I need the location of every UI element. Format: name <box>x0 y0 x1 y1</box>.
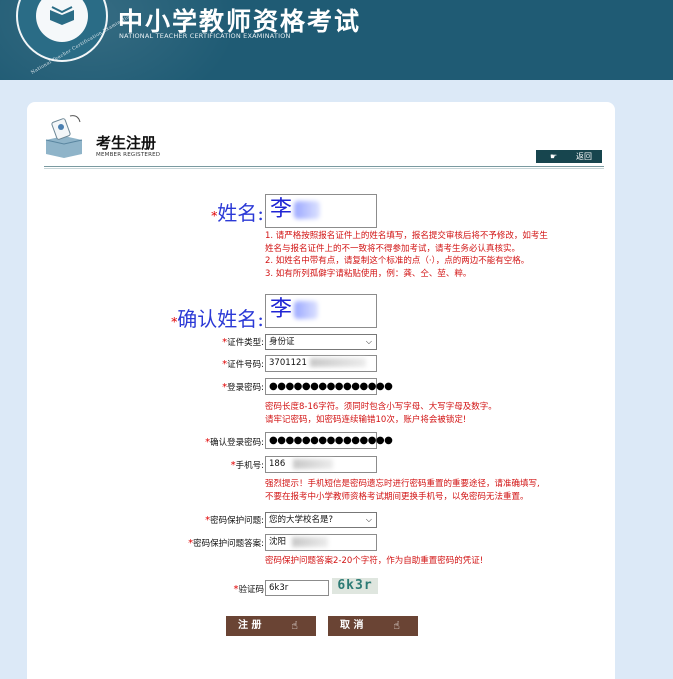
confirm-password-label: *确认登录密码: <box>205 437 264 448</box>
confirm-name-input[interactable]: 李 <box>265 294 377 328</box>
phone-hint: 强烈提示！手机短信是密码遗忘时进行密码重置的重要途径，请准确填写, 不要在报考中… <box>265 479 540 502</box>
captcha-image[interactable]: 6k3r <box>332 578 378 594</box>
pointing-hand-icon: ☛ <box>550 152 558 161</box>
name-hint: 1. 请严格按照报名证件上的姓名填写，报名提交审核后将不予修改，如考生 姓名与报… <box>265 231 548 279</box>
member-register-icon <box>45 115 83 158</box>
captcha-label: *验证码 <box>233 584 264 595</box>
site-subtitle: NATIONAL TEACHER CERTIFICATION EXAMINATI… <box>119 32 291 40</box>
phone-input[interactable]: 186 <box>265 456 377 473</box>
name-input[interactable]: 李 <box>265 194 377 228</box>
security-answer-input[interactable]: 沈阳 <box>265 534 377 551</box>
name-label: *姓名: <box>211 201 264 225</box>
security-answer-hint: 密码保护问题答案2-20个字符，作为自助重置密码的凭证! <box>265 556 484 566</box>
book-icon <box>50 6 74 25</box>
register-button-label: 注 册 <box>238 620 262 631</box>
chevron-down-icon: ⌵ <box>365 337 372 346</box>
id-number-input[interactable]: 3701121 <box>265 355 377 372</box>
chevron-down-icon: ⌵ <box>365 515 372 524</box>
security-question-select[interactable]: 您的大学校名是? ⌵ <box>265 512 377 528</box>
pointer-hand-icon: ☝ <box>291 619 298 632</box>
section-title: 考生注册 <box>96 134 157 152</box>
security-question-label: *密码保护问题: <box>205 515 264 526</box>
pointer-hand-icon: ☝ <box>393 619 400 632</box>
cancel-button-label: 取 消 <box>340 620 364 631</box>
phone-label: *手机号: <box>230 460 264 471</box>
back-button[interactable]: ☛ 返回 <box>536 150 602 163</box>
security-answer-label: *密码保护问题答案: <box>188 538 264 549</box>
id-type-select[interactable]: 身份证 ⌵ <box>265 334 377 350</box>
password-hint: 密码长度8-16字符。须同时包含小写字母、大写字母及数字。 请牢记密码，如密码连… <box>265 402 497 425</box>
back-button-label: 返回 <box>576 152 592 161</box>
confirm-password-input[interactable]: ●●●●●●●●●●●●●●● <box>265 432 393 449</box>
password-label: *登录密码: <box>222 382 264 393</box>
site-header: National Teacher Certification Examinati… <box>0 0 673 80</box>
id-number-label: *证件号码: <box>222 359 264 370</box>
section-subtitle: MEMBER REGISTERED <box>96 152 161 158</box>
section-divider-light <box>44 168 604 169</box>
id-type-label: *证件类型: <box>222 337 264 348</box>
register-button[interactable]: 注 册 ☝ <box>226 616 316 636</box>
cancel-button[interactable]: 取 消 ☝ <box>328 616 418 636</box>
section-divider <box>44 166 604 167</box>
confirm-name-label: *确认姓名: <box>171 307 264 331</box>
captcha-input[interactable]: 6k3r <box>265 580 329 596</box>
password-input[interactable]: ●●●●●●●●●●●●●●● <box>265 378 393 395</box>
